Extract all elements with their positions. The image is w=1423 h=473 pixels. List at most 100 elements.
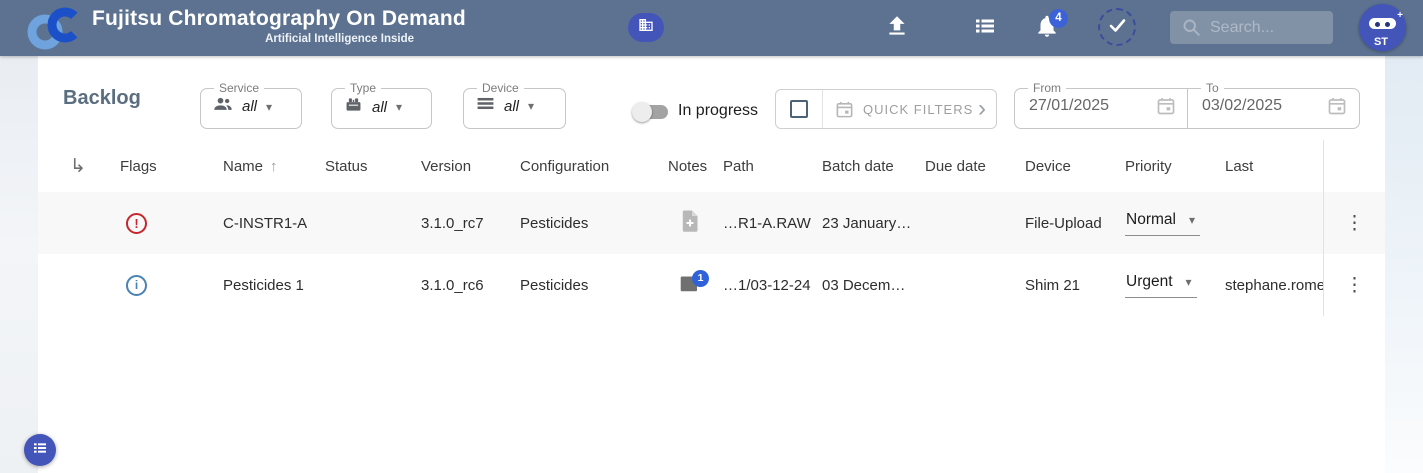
- row-device: Shim 21: [1025, 277, 1125, 294]
- backlog-table: ↳ Flags Name↑ Status Version Configurati…: [38, 140, 1385, 316]
- note-add-icon[interactable]: [680, 220, 700, 237]
- notes-count-badge: 1: [692, 270, 709, 287]
- calendar-icon[interactable]: [1156, 96, 1176, 116]
- chevron-down-icon: ▾: [396, 100, 402, 114]
- notifications-badge: 4: [1049, 9, 1068, 28]
- search-icon: [1181, 17, 1202, 43]
- app-subtitle: Artificial Intelligence Inside: [92, 33, 414, 45]
- upload-icon: [884, 13, 910, 44]
- chevron-right-icon[interactable]: ›: [978, 99, 986, 119]
- column-header-notes[interactable]: Notes: [668, 158, 723, 175]
- app-header: Fujitsu Chromatography On Demand Artific…: [0, 0, 1423, 56]
- organization-button[interactable]: [628, 13, 664, 42]
- avatar-eye-left: [1375, 22, 1380, 27]
- check-icon: [1105, 13, 1129, 42]
- row-configuration: Pesticides: [520, 277, 668, 294]
- in-progress-toggle[interactable]: [632, 101, 670, 123]
- avatar-eye-right: [1385, 22, 1390, 27]
- priority-select[interactable]: Urgent ▾: [1125, 273, 1197, 298]
- rows-icon: [476, 96, 495, 116]
- info-flag-icon[interactable]: i: [126, 275, 147, 296]
- row-name: Pesticides 1: [223, 277, 325, 294]
- quick-filters-button[interactable]: QUICK FILTERS: [863, 102, 973, 117]
- device-filter-dropdown[interactable]: Device all ▾: [463, 81, 566, 129]
- row-version: 3.1.0_rc7: [421, 215, 520, 232]
- ninja-face-icon: [1369, 18, 1396, 29]
- quick-filters-checkbox[interactable]: [790, 100, 808, 118]
- column-header-priority[interactable]: Priority: [1125, 158, 1225, 175]
- column-header-path[interactable]: Path: [723, 158, 822, 175]
- bell-icon: 4: [1034, 13, 1060, 44]
- task-list-button[interactable]: [965, 8, 1005, 48]
- notifications-button[interactable]: 4: [1027, 8, 1067, 48]
- column-header-device[interactable]: Device: [1025, 158, 1125, 175]
- device-filter-label: Device: [477, 81, 524, 95]
- toggle-knob: [632, 102, 652, 122]
- calendar-icon: [835, 100, 854, 119]
- date-to-label: To: [1201, 81, 1224, 95]
- table-row[interactable]: ! C-INSTR1-A 3.1.0_rc7 Pesticides …R1-A.…: [38, 192, 1385, 254]
- search-box: [1170, 11, 1333, 44]
- date-from-field[interactable]: From 27/01/2025: [1014, 81, 1188, 129]
- note-icon[interactable]: 1: [680, 279, 699, 296]
- page-background-left: [0, 56, 38, 473]
- date-from-value[interactable]: 27/01/2025: [1029, 97, 1109, 115]
- app-title: Fujitsu Chromatography On Demand: [92, 7, 414, 31]
- subdirectory-arrow-icon: ↳: [70, 156, 86, 177]
- app-title-block: Fujitsu Chromatography On Demand Artific…: [92, 7, 414, 45]
- table-header-row: ↳ Flags Name↑ Status Version Configurati…: [38, 140, 1385, 192]
- chevron-down-icon: ▾: [1189, 213, 1195, 227]
- app-logo-icon: [24, 6, 86, 50]
- date-from-label: From: [1028, 81, 1066, 95]
- error-flag-icon[interactable]: !: [126, 213, 147, 234]
- avatar-initials: ST: [1359, 36, 1403, 48]
- type-filter-label: Type: [345, 81, 381, 95]
- row-configuration: Pesticides: [520, 215, 668, 232]
- calendar-icon[interactable]: [1327, 96, 1347, 116]
- instrument-icon: [344, 96, 363, 118]
- row-path: …1/03-12-24: [723, 277, 822, 294]
- column-header-last[interactable]: Last: [1225, 158, 1323, 175]
- upload-button[interactable]: [877, 8, 917, 48]
- row-path: …R1-A.RAW: [723, 215, 822, 232]
- column-header-configuration[interactable]: Configuration: [520, 158, 668, 175]
- column-header-batch-date[interactable]: Batch date: [822, 158, 925, 175]
- row-menu-button[interactable]: ⋮: [1345, 276, 1364, 295]
- chevron-down-icon: ▾: [1186, 275, 1192, 289]
- avatar-sparkle-icon: +: [1397, 10, 1403, 21]
- service-filter-dropdown[interactable]: Service all ▾: [200, 81, 302, 129]
- list-icon: [972, 14, 998, 43]
- type-filter-dropdown[interactable]: Type all ▾: [331, 81, 432, 129]
- priority-select[interactable]: Normal ▾: [1125, 211, 1200, 236]
- in-progress-label: In progress: [678, 102, 758, 120]
- device-filter-value: all: [504, 98, 519, 115]
- page-title: Backlog: [63, 87, 141, 110]
- table-columns-fab[interactable]: [24, 434, 56, 466]
- list-icon: [32, 441, 48, 460]
- row-batch-date: 03 Decem…: [822, 277, 925, 294]
- building-icon: [638, 17, 654, 38]
- column-header-version[interactable]: Version: [421, 158, 520, 175]
- table-row[interactable]: i Pesticides 1 3.1.0_rc6 Pesticides 1 …1…: [38, 254, 1385, 316]
- validation-button[interactable]: [1098, 8, 1136, 46]
- service-filter-label: Service: [214, 81, 264, 95]
- column-header-status[interactable]: Status: [325, 158, 421, 175]
- row-name: C-INSTR1-A: [223, 215, 325, 232]
- actions-column-header: [1323, 140, 1385, 192]
- chevron-down-icon: ▾: [266, 100, 272, 114]
- user-avatar[interactable]: + ST: [1359, 4, 1406, 51]
- service-filter-value: all: [242, 98, 257, 115]
- column-header-flags[interactable]: Flags: [120, 158, 223, 175]
- row-device: File-Upload: [1025, 215, 1125, 232]
- date-to-field[interactable]: To 03/02/2025: [1187, 81, 1360, 129]
- chevron-down-icon: ▾: [528, 99, 534, 113]
- column-header-due-date[interactable]: Due date: [925, 158, 1025, 175]
- date-to-value[interactable]: 03/02/2025: [1202, 97, 1282, 115]
- row-menu-button[interactable]: ⋮: [1345, 214, 1364, 233]
- people-icon: [213, 96, 233, 117]
- row-version: 3.1.0_rc6: [421, 277, 520, 294]
- quick-filters-group: QUICK FILTERS ›: [775, 89, 997, 129]
- column-header-name[interactable]: Name↑: [223, 158, 325, 175]
- row-last-modified: stephane.rome: [1225, 277, 1323, 294]
- type-filter-value: all: [372, 99, 387, 116]
